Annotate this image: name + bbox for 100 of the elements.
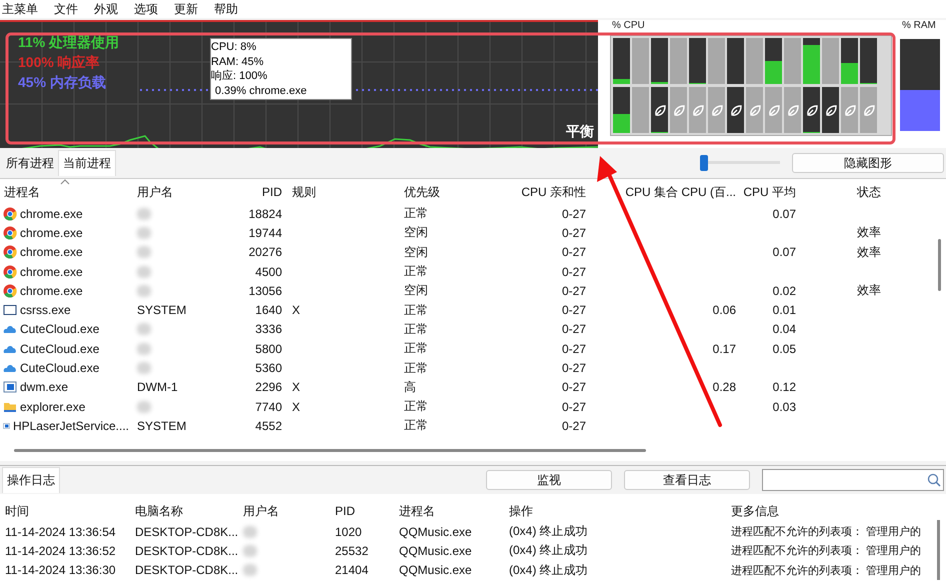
table-cell: 0.28: [712, 380, 736, 394]
table-cell: 18824: [248, 206, 282, 221]
process-name: chrome.exe: [20, 226, 83, 240]
table-cell: 20276: [248, 245, 282, 260]
menu-item[interactable]: 选项: [134, 0, 158, 18]
table-cell: 0.03: [772, 400, 796, 414]
menu-item[interactable]: 更新: [174, 0, 198, 18]
column-header[interactable]: 用户名: [238, 502, 330, 520]
table-cell: 0-27: [562, 380, 586, 394]
table-cell-text: 进程匹配不允许的列表项： 管理用户的: [730, 524, 922, 540]
table-cell-text: 21404: [334, 563, 370, 578]
table-cell: 空闲: [404, 282, 428, 300]
table-cell: 1640: [255, 303, 282, 318]
table-cell: 0.04: [772, 322, 796, 336]
panel-title: % CPU: [610, 20, 647, 31]
table-cell: 13056: [248, 284, 282, 298]
table-cell: 0-27: [562, 303, 586, 318]
tooltip-text: CPU: 8%: [211, 40, 258, 54]
search-field[interactable]: [762, 469, 944, 491]
table-cell-text: 11-14-2024 13:36:54: [4, 524, 117, 539]
process-name: chrome.exe: [20, 245, 83, 260]
table-cell: 2296: [255, 380, 282, 394]
column-header[interactable]: CPU (百...: [682, 184, 740, 200]
column-header[interactable]: CPU 平均: [740, 184, 800, 200]
table-cell: 0-27: [562, 418, 586, 433]
table-cell: 效率: [857, 282, 881, 300]
table-cell: 0.07: [772, 245, 796, 260]
legend-text: 100% 响应率: [18, 54, 101, 71]
table-cell: X: [292, 400, 300, 414]
table-cell: 正常: [404, 417, 428, 434]
column-header[interactable]: 状态: [800, 184, 885, 200]
chrome-icon: [3, 245, 17, 260]
column-header[interactable]: CPU 亲和性: [490, 184, 590, 200]
table-cell: X: [292, 380, 300, 394]
process-name: CuteCloud.exe: [20, 322, 100, 336]
tab[interactable]: 操作日志: [2, 467, 60, 493]
table-cell-text: 进程匹配不允许的列表项： 管理用户的: [730, 564, 922, 578]
column-header[interactable]: 操作: [504, 502, 726, 520]
chrome-icon: [3, 264, 17, 279]
scrollbar-thumb[interactable]: [14, 449, 646, 452]
table-cell: 0.06: [712, 303, 736, 318]
tab[interactable]: 当前进程: [58, 150, 116, 176]
scrollbar-thumb[interactable]: [938, 239, 941, 291]
window-icon: [3, 303, 17, 318]
chrome-icon: [3, 206, 17, 221]
table-cell: 正常: [404, 263, 428, 280]
process-name: HPLaserJetService....: [12, 418, 129, 433]
table-cell: 0-27: [562, 264, 586, 279]
table-cell: 4500: [255, 264, 282, 279]
menu-item[interactable]: 外观: [94, 0, 118, 18]
column-header[interactable]: 进程名: [394, 502, 504, 520]
slider-thumb[interactable]: [700, 155, 708, 171]
table-cell: 高: [404, 378, 416, 396]
table-cell: 空闲: [404, 224, 428, 242]
table-cell-text: DESKTOP-CD8K...: [134, 544, 238, 558]
toolbar-button[interactable]: 查看日志: [624, 470, 750, 490]
tooltip-text: 0.39% chrome.exe: [214, 84, 308, 98]
menu-item[interactable]: 文件: [54, 0, 78, 18]
process-name: chrome.exe: [20, 206, 83, 221]
tooltip-text: RAM: 45%: [211, 54, 265, 69]
process-name: dwm.exe: [20, 380, 68, 394]
table-cell: 0.07: [772, 206, 796, 221]
column-header[interactable]: 用户名: [133, 184, 250, 200]
column-header[interactable]: PID: [250, 185, 288, 199]
menu-item[interactable]: 帮助: [214, 0, 238, 18]
column-header[interactable]: 优先级: [400, 184, 490, 200]
table-cell-text: 11-14-2024 13:36:30: [4, 563, 117, 578]
table-cell: 5800: [255, 342, 282, 356]
table-cell: 0-27: [562, 245, 586, 260]
table-cell-text: 1020: [334, 524, 363, 539]
table-cell: 正常: [404, 360, 428, 377]
column-header[interactable]: 规则: [288, 184, 400, 200]
table-cell-text: QQMusic.exe: [398, 563, 473, 578]
table-cell-text: 11-14-2024 13:36:52: [4, 544, 117, 558]
table-cell-text: 25532: [334, 544, 370, 558]
column-header[interactable]: PID: [330, 504, 394, 518]
table-cell: 正常: [404, 205, 428, 222]
column-header[interactable]: 电脑名称: [130, 502, 238, 520]
process-name: CuteCloud.exe: [20, 361, 100, 376]
menu-item[interactable]: 主菜单: [2, 0, 38, 18]
tab[interactable]: 所有进程: [2, 150, 58, 176]
toolbar-button[interactable]: 监视: [486, 470, 612, 490]
column-header[interactable]: 进程名: [0, 184, 133, 200]
table-cell: 0-27: [562, 342, 586, 356]
column-header[interactable]: 时间: [0, 502, 130, 520]
table-cell: SYSTEM: [137, 418, 186, 433]
table-cell: 0-27: [562, 361, 586, 376]
table-cell: 4552: [255, 418, 282, 433]
table-cell: 0-27: [562, 322, 586, 336]
app-window-icon: [3, 380, 17, 394]
column-header[interactable]: 更多信息: [726, 502, 946, 520]
column-header[interactable]: CPU 集合: [590, 184, 682, 200]
table-cell: 正常: [404, 320, 428, 338]
hide-graph-button[interactable]: 隐藏图形: [792, 153, 944, 173]
table-cell-text: 进程匹配不允许的列表项： 管理用户的: [730, 544, 922, 558]
table-cell-text: (0x4) 终止成功: [508, 542, 589, 560]
process-name: csrss.exe: [20, 303, 71, 318]
search-icon: [927, 473, 941, 487]
table-cell: 0.17: [712, 342, 736, 356]
table-cell-text: (0x4) 终止成功: [508, 562, 589, 579]
